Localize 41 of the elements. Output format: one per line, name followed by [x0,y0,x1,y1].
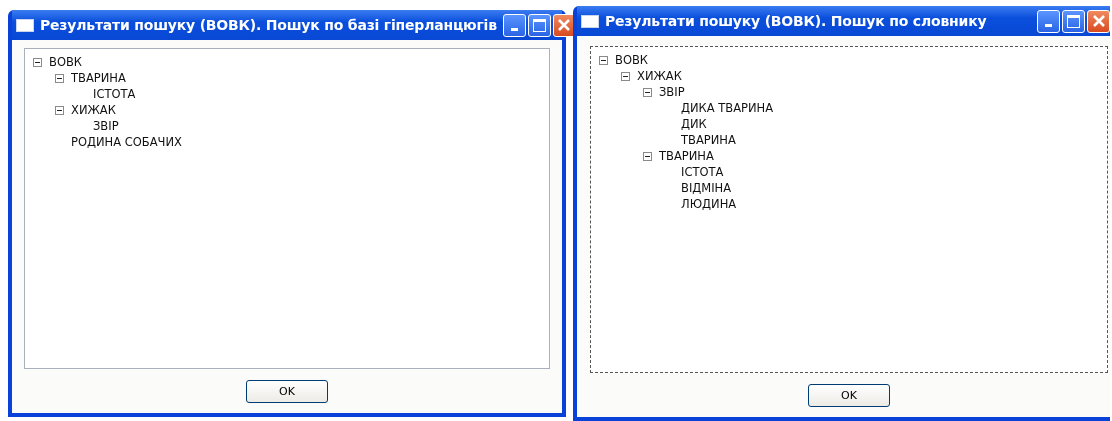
tree-item[interactable]: ХИЖАК [71,103,116,117]
collapse-icon[interactable] [55,105,64,115]
tree-item[interactable]: ВОВК [615,53,648,67]
collapse-icon[interactable] [643,87,652,97]
close-icon [557,18,572,32]
maximize-button[interactable] [527,13,551,37]
tree-item[interactable]: ТВАРИНА [71,71,126,85]
tree-item[interactable]: ЗВІР [659,85,685,99]
window-icon [16,18,34,32]
collapse-icon[interactable] [599,55,608,65]
maximize-icon [532,18,546,32]
tree-item[interactable]: ВОВК [49,55,82,69]
tree-item[interactable]: РОДИНА СОБАЧИХ [71,135,182,149]
close-button[interactable] [552,13,576,37]
tree-item[interactable]: ВІДМІНА [681,181,732,195]
collapse-icon[interactable] [55,73,64,83]
window-title: Результати пошуку (ВОВК). Пошук по базі гіперланцюгів [40,17,497,33]
tree-item[interactable]: ЗВІР [93,119,119,133]
collapse-icon[interactable] [621,71,630,81]
maximize-button[interactable] [1062,9,1085,33]
ok-button[interactable]: OK [808,383,890,407]
minimize-icon [510,27,518,31]
collapse-icon[interactable] [643,151,652,161]
window-title: Результати пошуку (ВОВК). Пошук по словнику [605,13,988,29]
tree-item[interactable]: ТВАРИНА [659,149,714,163]
window-icon [581,14,599,28]
tree-item[interactable]: ІСТОТА [681,165,724,179]
tree-item[interactable]: ТВАРИНА [681,133,736,147]
close-button[interactable] [1087,9,1110,33]
tree-item[interactable]: ДИК [681,117,707,131]
minimize-button[interactable] [1037,9,1060,33]
minimize-icon [1045,23,1052,27]
tree-item[interactable]: ХИЖАК [637,69,682,83]
maximize-icon [1067,14,1080,28]
minimize-button[interactable] [502,13,526,37]
tree-item[interactable]: ЛЮДИНА [681,197,737,211]
close-icon [1091,14,1106,28]
ok-button[interactable]: OK [246,379,328,403]
collapse-icon[interactable] [33,57,42,67]
tree-item[interactable]: ДИКА ТВАРИНА [681,101,774,115]
tree-item[interactable]: ІСТОТА [93,87,136,101]
